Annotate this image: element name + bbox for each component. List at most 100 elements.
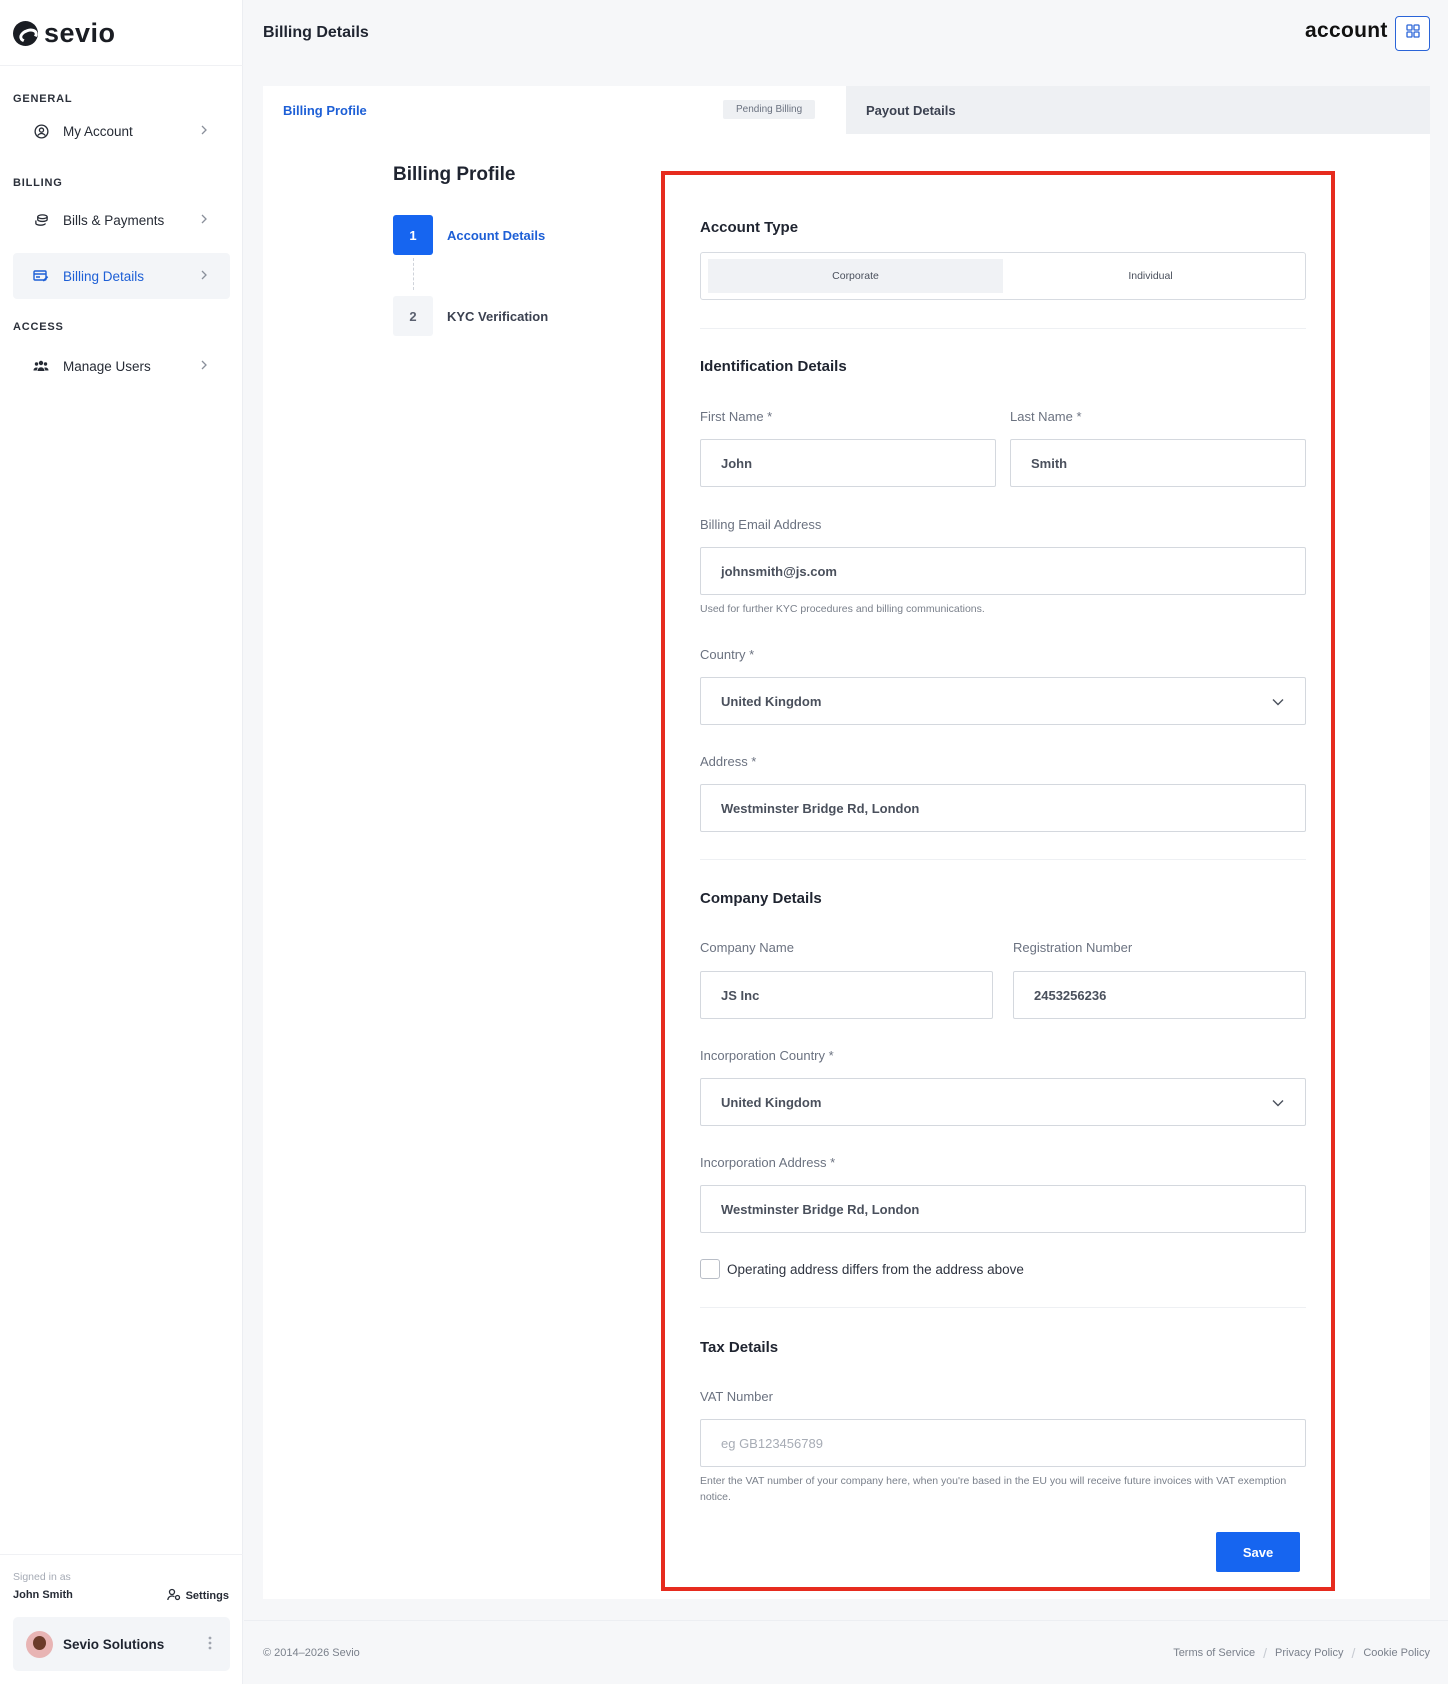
section-label-general: GENERAL: [13, 93, 73, 105]
step-number: 2: [393, 296, 433, 336]
users-icon: [33, 358, 49, 374]
tab-payout-details[interactable]: Payout Details: [846, 86, 1430, 134]
coins-icon: [33, 212, 49, 228]
section-divider: [700, 1307, 1306, 1308]
step-label: KYC Verification: [447, 308, 549, 324]
footer-separator: /: [1263, 1645, 1267, 1661]
copyright-text: © 2014–2026 Sevio: [263, 1647, 360, 1659]
last-name-label: Last Name *: [1010, 409, 1082, 424]
section-divider: [700, 859, 1306, 860]
org-name: Sevio Solutions: [63, 1636, 165, 1652]
org-switcher[interactable]: Sevio Solutions: [13, 1617, 230, 1671]
tab-label: Billing Profile: [283, 103, 367, 118]
first-name-input[interactable]: John: [700, 439, 996, 487]
operating-address-checkbox[interactable]: [700, 1259, 720, 1279]
incorporation-country-value: United Kingdom: [721, 1094, 822, 1110]
chevron-right-icon: [197, 212, 211, 226]
last-name-input[interactable]: Smith: [1010, 439, 1306, 487]
company-name-input[interactable]: JS Inc: [700, 971, 993, 1019]
country-select-value: United Kingdom: [721, 693, 822, 709]
chevron-down-icon: [1271, 1096, 1285, 1110]
user-settings-icon: [166, 1588, 181, 1604]
section-divider: [700, 328, 1306, 329]
logo-mark-icon: [13, 21, 38, 46]
sidebar-item-manage-users[interactable]: Manage Users: [13, 343, 230, 389]
signed-in-user-name: John Smith: [13, 1589, 73, 1601]
incorporation-country-label: Incorporation Country *: [700, 1048, 834, 1063]
account-type-title: Account Type: [700, 219, 799, 236]
footer-divider: [244, 1620, 1448, 1621]
footer-separator: /: [1351, 1645, 1356, 1661]
incorporation-address-input[interactable]: Westminster Bridge Rd, London: [700, 1185, 1306, 1233]
cookie-policy-link[interactable]: Cookie Policy: [1363, 1647, 1430, 1659]
country-select[interactable]: United Kingdom: [700, 677, 1306, 725]
tax-details-title: Tax Details: [700, 1339, 779, 1356]
chevron-right-icon: [197, 123, 211, 137]
address-input[interactable]: Westminster Bridge Rd, London: [700, 784, 1306, 832]
sidebar-item-billing-details[interactable]: Billing Details: [13, 253, 230, 299]
app-grid-button[interactable]: [1395, 16, 1430, 51]
signed-in-label: Signed in as: [13, 1571, 71, 1583]
user-circle-icon: [33, 123, 49, 139]
terms-of-service-link[interactable]: Terms of Service: [1173, 1647, 1255, 1659]
vat-number-label: VAT Number: [700, 1389, 773, 1404]
sidebar-item-my-account[interactable]: My Account: [13, 108, 230, 154]
settings-label: Settings: [185, 1590, 229, 1602]
tab-billing-profile[interactable]: Billing Profile Pending Billing: [263, 86, 846, 134]
section-label-billing: BILLING: [13, 177, 63, 189]
sidebar-item-label: Manage Users: [63, 358, 151, 374]
company-name-label: Company Name: [700, 940, 794, 955]
identification-title: Identification Details: [700, 358, 847, 375]
step-kyc-verification[interactable]: 2 KYC Verification: [393, 296, 548, 336]
pending-billing-badge: Pending Billing: [723, 100, 816, 119]
incorporation-address-label: Incorporation Address *: [700, 1155, 836, 1170]
brand-wordmark: account: [1305, 19, 1388, 42]
sidebar-item-label: Billing Details: [63, 268, 145, 284]
email-help-text: Used for further KYC procedures and bill…: [700, 603, 985, 615]
footer-links: Terms of Service / Privacy Policy / Cook…: [1173, 1645, 1430, 1661]
card-edit-icon: [33, 268, 49, 284]
step-connector: [413, 258, 414, 290]
operating-address-label: Operating address differs from the addre…: [727, 1261, 1024, 1277]
page-title: Billing Details: [263, 24, 369, 41]
step-number: 1: [393, 215, 433, 255]
sidebar-item-label: Bills & Payments: [63, 212, 165, 228]
email-input[interactable]: johnsmith@js.com: [700, 547, 1306, 595]
sidebar-item-bills-payments[interactable]: Bills & Payments: [13, 197, 230, 243]
vat-help-text: Enter the VAT number of your company her…: [700, 1475, 1287, 1503]
first-name-label: First Name *: [700, 409, 773, 424]
company-details-title: Company Details: [700, 890, 822, 907]
step-label: Account Details: [447, 227, 546, 243]
billing-tabs: Billing Profile Pending Billing Payout D…: [263, 86, 1430, 134]
section-label-access: ACCESS: [13, 321, 64, 333]
chevron-right-icon: [197, 358, 211, 372]
logo[interactable]: sevio: [13, 18, 116, 49]
sidebar-divider: [0, 65, 243, 66]
email-label: Billing Email Address: [700, 517, 822, 532]
chevron-down-icon: [1271, 695, 1285, 709]
registration-number-input[interactable]: 2453256236: [1013, 971, 1306, 1019]
org-avatar: [26, 1630, 53, 1658]
operating-address-checkbox-row[interactable]: Operating address differs from the addre…: [700, 1259, 1024, 1279]
sidebar: sevio GENERAL My Account BILLING Bills &…: [0, 0, 243, 1684]
settings-link[interactable]: Settings: [166, 1588, 229, 1604]
account-type-corporate[interactable]: Corporate: [708, 259, 1003, 293]
logo-text: sevio: [44, 18, 116, 48]
grid-icon: [1405, 24, 1420, 43]
more-vertical-icon[interactable]: [208, 1636, 212, 1655]
account-type-individual[interactable]: Individual: [1003, 259, 1298, 293]
form-highlight-box: [661, 171, 1335, 1591]
account-type-toggle: Corporate Individual: [700, 252, 1306, 300]
privacy-policy-link[interactable]: Privacy Policy: [1275, 1647, 1343, 1659]
incorporation-country-select[interactable]: United Kingdom: [700, 1078, 1306, 1126]
address-label: Address *: [700, 754, 757, 769]
country-label: Country *: [700, 647, 755, 662]
sidebar-item-label: My Account: [63, 123, 133, 139]
chevron-right-icon: [197, 268, 211, 282]
tab-label: Payout Details: [866, 103, 956, 118]
save-button[interactable]: Save: [1216, 1532, 1300, 1572]
sidebar-footer-divider: [0, 1554, 243, 1555]
vat-number-input[interactable]: eg GB123456789: [700, 1419, 1306, 1467]
step-account-details[interactable]: 1 Account Details: [393, 215, 545, 255]
billing-profile-title: Billing Profile: [393, 164, 516, 185]
